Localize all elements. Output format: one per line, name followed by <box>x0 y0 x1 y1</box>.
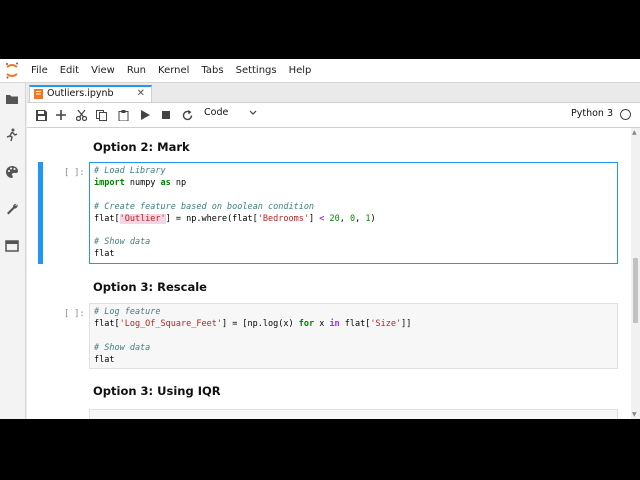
save-icon <box>35 109 47 121</box>
cell-type-select[interactable]: Code <box>204 107 228 118</box>
heading-option-3-rescale: Option 3: Rescale <box>93 280 207 294</box>
chevron-down-icon[interactable] <box>249 107 257 119</box>
code-line: # Load Library <box>94 166 166 176</box>
notebook-icon <box>34 89 43 99</box>
code-cell-mark[interactable]: [ ]: # Load Library import numpy as np #… <box>38 162 631 264</box>
kernel-status-icon <box>620 109 631 120</box>
notebook-panel: Option 2: Mark [ ]: # Load Library impor… <box>27 128 631 419</box>
heading-option-2-mark: Option 2: Mark <box>93 140 190 154</box>
stop-icon <box>162 111 170 119</box>
menu-tabs[interactable]: Tabs <box>201 59 223 82</box>
clipboard-icon <box>118 109 128 121</box>
menu-file[interactable]: File <box>31 59 48 82</box>
tab-bar: Outliers.ipynb ✕ <box>27 83 640 103</box>
paste-button[interactable] <box>115 107 131 123</box>
code-line: # Show data <box>94 237 151 247</box>
code-line: # Show data <box>94 343 151 353</box>
scrollbar-thumb[interactable] <box>633 258 638 323</box>
wrench-icon[interactable] <box>5 202 19 216</box>
save-button[interactable] <box>33 107 49 123</box>
code-line: import numpy as np <box>94 178 187 188</box>
code-line: flat <box>94 355 115 365</box>
notebook-scrollbar[interactable]: ▲ ▼ <box>631 128 640 419</box>
tab-outliers-notebook[interactable]: Outliers.ipynb ✕ <box>29 85 152 102</box>
code-line: # Log feature <box>94 307 161 317</box>
jupyter-logo-icon <box>6 62 18 79</box>
copy-icon <box>95 109 107 121</box>
code-cell-iqr[interactable] <box>38 409 631 419</box>
code-line: flat['Log_Of_Square_Feet'] = [np.log(x) … <box>94 319 412 329</box>
kernel-name[interactable]: Python 3 <box>571 108 613 119</box>
notebook-toolbar: Code Python 3 <box>27 103 640 128</box>
code-editor[interactable]: # Load Library import numpy as np # Crea… <box>89 162 618 264</box>
menu-run[interactable]: Run <box>127 59 146 82</box>
code-line: # Create feature based on boolean condit… <box>94 202 315 212</box>
code-line: flat['Outlier'] = np.where(flat['Bedroom… <box>94 214 376 224</box>
menu-view[interactable]: View <box>91 59 115 82</box>
menu-settings[interactable]: Settings <box>236 59 277 82</box>
restart-button[interactable] <box>179 107 195 123</box>
menu-edit[interactable]: Edit <box>60 59 79 82</box>
close-icon[interactable]: ✕ <box>137 88 145 99</box>
heading-option-3-using-iqr: Option 3: Using IQR <box>93 384 221 398</box>
scroll-up-icon[interactable]: ▲ <box>632 129 637 136</box>
code-editor[interactable] <box>89 409 618 419</box>
plus-icon <box>56 110 66 120</box>
scroll-down-icon[interactable]: ▼ <box>632 411 637 418</box>
jupyterlab-window: File Edit View Run Kernel Tabs Settings … <box>0 59 640 419</box>
copy-button[interactable] <box>93 107 109 123</box>
play-icon <box>140 110 150 120</box>
palette-icon[interactable] <box>5 165 19 179</box>
tab-label: Outliers.ipynb <box>47 88 114 99</box>
code-editor[interactable]: # Log feature flat['Log_Of_Square_Feet']… <box>89 303 618 369</box>
stop-button[interactable] <box>158 107 174 123</box>
scissors-icon <box>75 109 87 121</box>
left-sidebar <box>0 83 26 419</box>
tabs-icon[interactable] <box>5 239 19 253</box>
menu: File Edit View Run Kernel Tabs Settings … <box>31 59 323 82</box>
cell-prompt: [ ]: <box>64 168 85 178</box>
refresh-icon <box>182 109 192 120</box>
active-cell-indicator <box>38 162 43 264</box>
running-icon[interactable] <box>5 128 19 142</box>
cut-button[interactable] <box>73 107 89 123</box>
code-line: flat <box>94 249 115 259</box>
menu-help[interactable]: Help <box>289 59 312 82</box>
cell-prompt: [ ]: <box>64 309 85 319</box>
folder-icon[interactable] <box>5 92 19 106</box>
insert-cell-button[interactable] <box>53 107 69 123</box>
menu-bar: File Edit View Run Kernel Tabs Settings … <box>0 59 640 83</box>
menu-kernel[interactable]: Kernel <box>158 59 189 82</box>
code-cell-rescale[interactable]: [ ]: # Log feature flat['Log_Of_Square_F… <box>38 303 631 369</box>
run-button[interactable] <box>137 107 153 123</box>
main-area: Outliers.ipynb ✕ Code Python 3 Option 2:… <box>27 83 640 419</box>
